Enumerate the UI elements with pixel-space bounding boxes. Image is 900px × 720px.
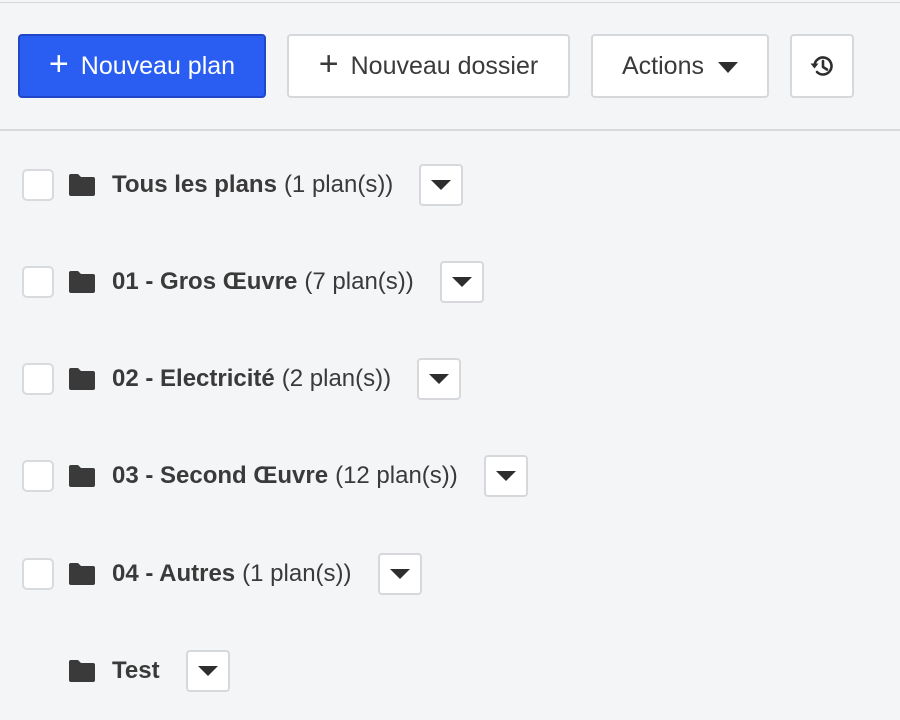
folder-count: (12 plan(s)): [335, 462, 458, 489]
new-plan-button[interactable]: + Nouveau plan: [18, 34, 266, 98]
new-folder-label: Nouveau dossier: [350, 51, 539, 80]
caret-down-icon: [451, 277, 472, 287]
history-icon: [810, 56, 833, 76]
caret-down-icon: [495, 471, 516, 481]
folder-icon: [69, 271, 95, 293]
top-divider: [0, 2, 900, 3]
folder-name[interactable]: Tous les plans: [112, 171, 277, 199]
folder-row[interactable]: 01 - Gros Œuvre (7 plan(s)): [22, 260, 484, 304]
folder-count: (7 plan(s)): [304, 268, 414, 295]
plus-icon: +: [48, 45, 69, 83]
folder-row[interactable]: 04 - Autres (1 plan(s)): [22, 552, 422, 596]
actions-dropdown-button[interactable]: Actions: [591, 34, 769, 98]
folder-count: (1 plan(s)): [242, 560, 352, 587]
folder-icon: [69, 368, 95, 390]
folder-dropdown-button[interactable]: [185, 650, 230, 692]
folder-row[interactable]: Test: [22, 649, 230, 693]
folder-dropdown-button[interactable]: [439, 261, 484, 303]
folder-row[interactable]: 02 - Electricité (2 plan(s)): [22, 357, 462, 401]
history-button[interactable]: [790, 34, 854, 98]
folder-checkbox[interactable]: [22, 558, 54, 590]
folder-name[interactable]: 04 - Autres: [112, 560, 235, 588]
toolbar-divider: [0, 129, 900, 131]
folder-icon: [69, 660, 95, 682]
folder-checkbox[interactable]: [22, 460, 54, 492]
folder-name[interactable]: 02 - Electricité: [112, 365, 275, 393]
folder-name[interactable]: Test: [112, 657, 160, 685]
folder-name[interactable]: 03 - Second Œuvre: [112, 462, 328, 490]
folder-dropdown-button[interactable]: [377, 553, 422, 595]
folder-checkbox[interactable]: [22, 266, 54, 298]
caret-down-icon: [431, 180, 452, 190]
folder-icon: [69, 174, 95, 196]
caret-down-icon: [389, 569, 410, 579]
caret-down-icon: [717, 61, 738, 73]
toolbar: + Nouveau plan + Nouveau dossier Actions: [18, 34, 854, 98]
folder-dropdown-button[interactable]: [419, 164, 464, 206]
folder-name[interactable]: 01 - Gros Œuvre: [112, 268, 297, 296]
folder-dropdown-button[interactable]: [417, 358, 462, 400]
folder-count: (2 plan(s)): [281, 365, 392, 392]
folder-icon: [69, 563, 95, 585]
folder-dropdown-button[interactable]: [483, 455, 528, 497]
caret-down-icon: [197, 666, 218, 676]
new-folder-button[interactable]: + Nouveau dossier: [287, 34, 570, 98]
folder-count: (1 plan(s)): [283, 171, 394, 198]
folder-checkbox[interactable]: [22, 363, 54, 395]
folder-row[interactable]: 03 - Second Œuvre (12 plan(s)): [22, 454, 528, 498]
caret-down-icon: [429, 374, 450, 384]
plus-icon: +: [318, 45, 339, 83]
folder-checkbox[interactable]: [22, 169, 54, 201]
folder-row[interactable]: Tous les plans (1 plan(s)): [22, 163, 464, 207]
new-plan-label: Nouveau plan: [80, 51, 236, 80]
folder-icon: [69, 465, 95, 487]
page: + Nouveau plan + Nouveau dossier Actions…: [0, 0, 900, 720]
actions-label: Actions: [622, 51, 704, 80]
